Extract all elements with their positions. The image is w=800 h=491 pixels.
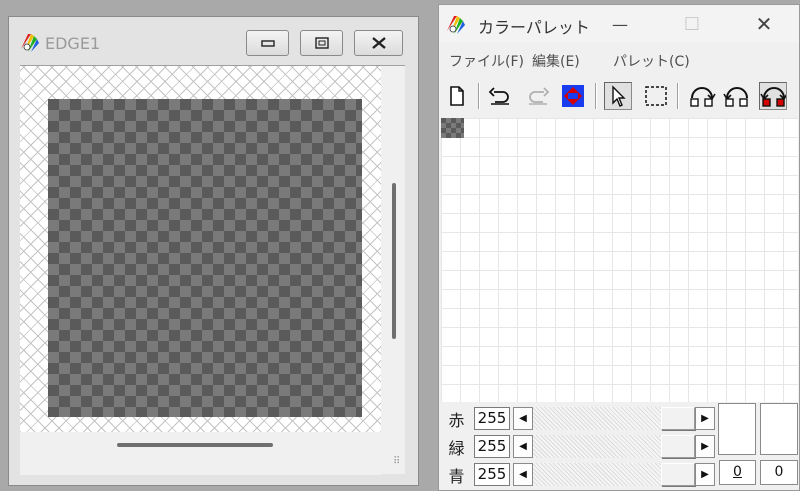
previous-color-preview[interactable] — [760, 403, 798, 455]
slider-label-blue: 青 — [448, 467, 465, 486]
horizontal-scroll-thumb[interactable] — [117, 443, 273, 447]
blue-slider-thumb[interactable] — [661, 463, 695, 486]
vertical-scrollbar[interactable] — [382, 66, 405, 432]
slider-label-red: 赤 — [448, 411, 465, 430]
minimize-icon: — — [612, 14, 628, 34]
minimize-button[interactable] — [246, 30, 289, 56]
blue-value-field[interactable]: 255 — [474, 463, 510, 486]
arrow-right-icon: ▶ — [701, 413, 709, 424]
redo-icon — [529, 87, 550, 105]
swap-color-icon — [562, 85, 584, 107]
edge-window: EDGE1 ⠿ — [8, 16, 419, 486]
red-decrease-button[interactable]: ◀ — [513, 407, 533, 430]
select-rect-icon — [645, 86, 667, 106]
maximize-icon: ☐ — [683, 13, 701, 35]
select-rect-button[interactable] — [642, 82, 670, 110]
window-title: カラーパレット — [478, 18, 590, 37]
palette-swatch-transparent[interactable] — [441, 118, 464, 138]
green-slider-thumb[interactable] — [661, 435, 695, 458]
close-icon — [371, 37, 386, 49]
pointer-tool-button[interactable] — [604, 82, 632, 110]
pointer-icon — [612, 85, 626, 107]
slider-row-blue: 青 255 ◀ ▶ — [439, 461, 719, 488]
toolbar-separator — [595, 83, 597, 109]
arrow-right-icon: ▶ — [701, 441, 709, 452]
red-slider-track[interactable] — [533, 407, 661, 430]
green-increase-button[interactable]: ▶ — [695, 435, 715, 458]
toolbar-separator — [677, 83, 679, 109]
swap-color-button[interactable] — [559, 82, 587, 110]
toolbar — [439, 79, 799, 115]
canvas-background[interactable] — [20, 66, 381, 432]
arrow-left-icon: ◀ — [519, 441, 527, 452]
palette-titlebar[interactable]: カラーパレット — ☐ ✕ — [439, 5, 799, 43]
maximize-button[interactable]: ☐ — [667, 9, 717, 39]
redo-button[interactable] — [524, 82, 552, 110]
slider-label-green: 緑 — [448, 439, 465, 458]
arrow-right-icon: ▶ — [701, 469, 709, 480]
undo-button[interactable] — [486, 82, 514, 110]
transparent-image-canvas[interactable] — [48, 99, 362, 417]
new-icon — [450, 86, 464, 106]
window-title: EDGE1 — [45, 34, 101, 53]
pick-button[interactable] — [688, 82, 716, 110]
menu-edit[interactable]: 編集(E) — [532, 51, 580, 71]
maximize-button[interactable] — [300, 30, 343, 56]
menu-file[interactable]: ファイル(F) — [449, 51, 524, 71]
canvas-client: ⠿ — [20, 65, 405, 475]
resize-grip-icon[interactable]: ⠿ — [393, 457, 400, 467]
close-icon: ✕ — [755, 12, 773, 36]
red-increase-button[interactable]: ▶ — [695, 407, 715, 430]
vertical-scroll-thumb[interactable] — [392, 183, 396, 339]
pick-icon — [690, 87, 716, 107]
arrow-left-icon: ◀ — [519, 469, 527, 480]
red-value-field[interactable]: 255 — [474, 407, 510, 430]
green-value-field[interactable]: 255 — [474, 435, 510, 458]
green-decrease-button[interactable]: ◀ — [513, 435, 533, 458]
blue-slider-track[interactable] — [533, 463, 661, 486]
minimize-icon — [260, 40, 275, 47]
current-color-index: 0 — [719, 460, 756, 485]
menu-palette[interactable]: パレット(C) — [613, 51, 690, 71]
red-slider-thumb[interactable] — [661, 407, 695, 430]
pick-replace-button[interactable] — [759, 82, 787, 110]
horizontal-scrollbar[interactable] — [20, 433, 382, 475]
maximize-icon — [314, 37, 329, 49]
toolbar-separator — [478, 83, 480, 109]
blue-increase-button[interactable]: ▶ — [695, 463, 715, 486]
arrow-left-icon: ◀ — [519, 413, 527, 424]
menu-bar: ファイル(F) 編集(E) パレット(C) — [439, 45, 799, 73]
blue-decrease-button[interactable]: ◀ — [513, 463, 533, 486]
palette-app-icon — [445, 13, 467, 35]
slider-row-green: 緑 255 ◀ ▶ — [439, 433, 719, 460]
pick-add-icon — [723, 87, 748, 107]
close-button[interactable]: ✕ — [739, 9, 789, 39]
undo-icon — [488, 87, 509, 105]
current-color-preview[interactable] — [718, 403, 756, 455]
color-sliders: 赤 255 ◀ ▶ 緑 255 ◀ ▶ 青 255 ◀ ▶ 0 0 — [439, 403, 799, 491]
pick-add-button[interactable] — [723, 82, 751, 110]
green-slider-track[interactable] — [533, 435, 661, 458]
palette-app-icon — [19, 31, 41, 53]
palette-window: カラーパレット — ☐ ✕ ファイル(F) 編集(E) パレット(C) 赤 25… — [438, 4, 800, 491]
previous-color-index: 0 — [760, 460, 798, 485]
close-button[interactable] — [354, 30, 403, 56]
edge-titlebar[interactable]: EDGE1 — [9, 17, 418, 65]
minimize-button[interactable]: — — [595, 9, 645, 39]
slider-row-red: 赤 255 ◀ ▶ — [439, 405, 719, 432]
pick-replace-icon — [760, 87, 786, 107]
palette-color-grid[interactable] — [441, 118, 798, 402]
new-button[interactable] — [443, 82, 471, 110]
